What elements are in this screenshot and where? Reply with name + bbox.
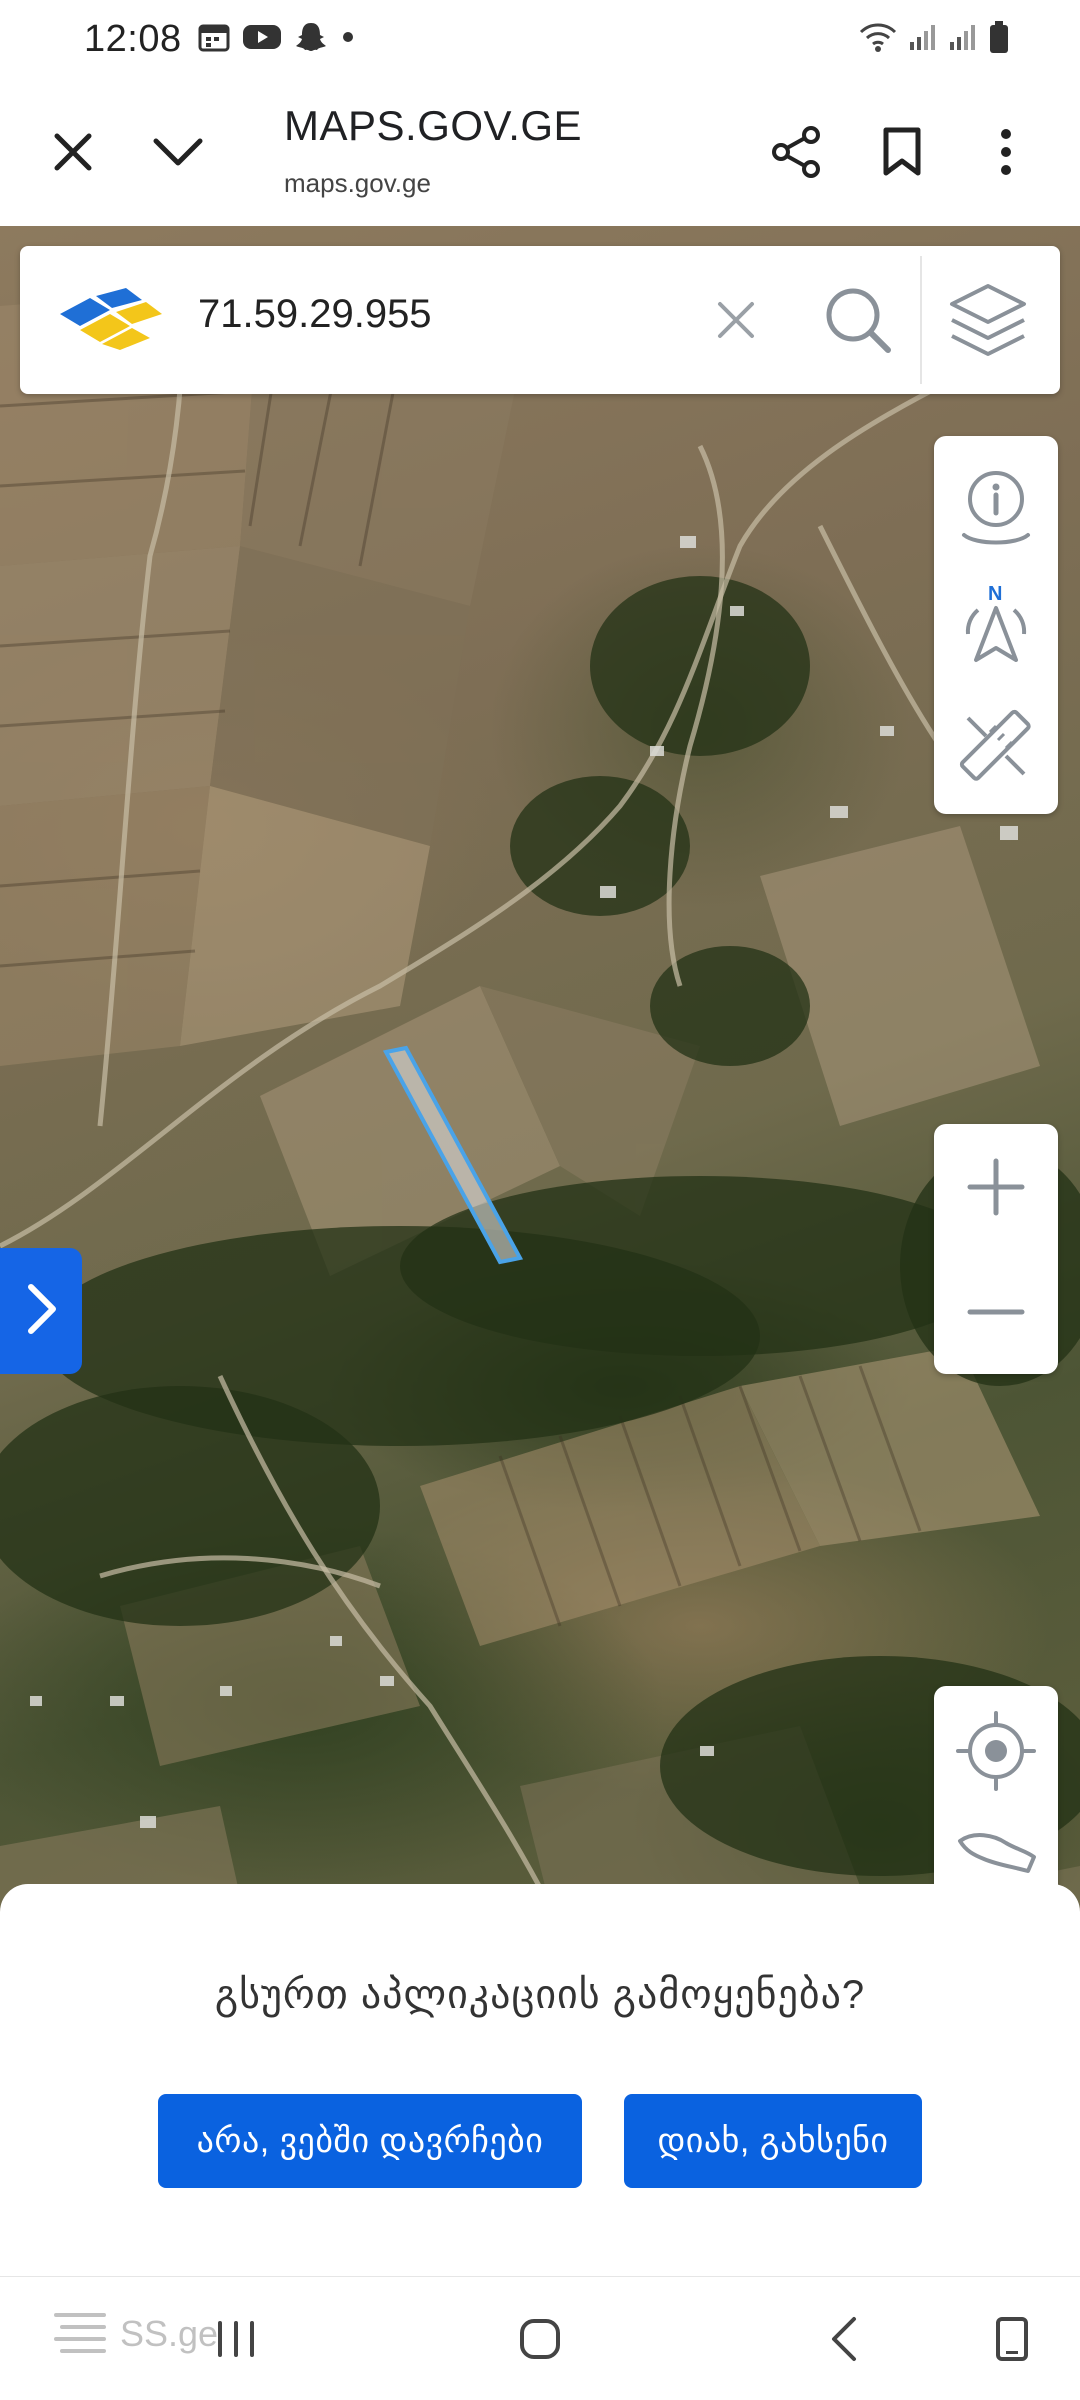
more-vert-icon[interactable]	[966, 112, 1046, 192]
snapchat-icon	[294, 21, 328, 58]
status-time: 12:08	[84, 17, 182, 60]
stay-in-web-button[interactable]: არა, ვებში დავრჩები	[158, 2094, 582, 2188]
info-icon[interactable]	[934, 448, 1058, 564]
watermark-logo-icon	[52, 2303, 108, 2364]
home-icon[interactable]	[500, 2299, 580, 2379]
battery-icon	[988, 20, 1010, 59]
zoom-out-icon[interactable]	[934, 1249, 1058, 1374]
open-app-prompt: გსურთ აპლიკაციის გამოყენება? არა, ვებში …	[0, 1884, 1080, 2276]
recent-apps-icon[interactable]	[196, 2299, 276, 2379]
calendar-icon	[198, 22, 230, 57]
napr-logo-icon[interactable]	[50, 284, 170, 359]
page-url[interactable]: maps.gov.ge	[284, 168, 431, 199]
search-input[interactable]: 71.59.29.955	[198, 292, 432, 337]
back-icon[interactable]	[804, 2299, 884, 2379]
status-notification-icons	[198, 21, 356, 58]
map-tools-panel: N	[934, 436, 1058, 814]
compass-icon[interactable]: N	[934, 568, 1058, 684]
system-nav-bar: SS.ge	[0, 2276, 1080, 2400]
page-title: MAPS.GOV.GE	[284, 102, 583, 149]
signal-icon	[908, 22, 938, 57]
measure-icon[interactable]	[934, 688, 1058, 804]
close-icon[interactable]	[33, 112, 113, 192]
rotate-icon[interactable]	[972, 2299, 1052, 2379]
country-map-icon[interactable]	[934, 1806, 1058, 1896]
chevron-down-icon[interactable]	[138, 112, 218, 192]
watermark: SS.ge	[52, 2303, 218, 2364]
open-app-button[interactable]: დიახ, გახსენი	[624, 2094, 922, 2188]
zoom-panel	[934, 1124, 1058, 1374]
clear-icon[interactable]	[712, 296, 760, 349]
youtube-icon	[242, 22, 282, 57]
zoom-in-icon[interactable]	[934, 1124, 1058, 1249]
svg-text:N: N	[988, 583, 1002, 605]
search-bar: 71.59.29.955	[20, 246, 1060, 394]
bookmark-icon[interactable]	[862, 112, 942, 192]
status-system-icons	[858, 20, 1010, 59]
search-icon[interactable]	[820, 282, 896, 363]
share-icon[interactable]	[756, 112, 836, 192]
locate-icon[interactable]	[934, 1696, 1058, 1806]
layers-icon[interactable]	[946, 280, 1030, 365]
dot-icon	[340, 29, 356, 50]
chevron-right-icon	[23, 1281, 59, 1342]
signal-icon	[948, 22, 978, 57]
prompt-question: გსურთ აპლიკაციის გამოყენება?	[214, 1973, 866, 2017]
browser-toolbar: MAPS.GOV.GE maps.gov.ge	[0, 78, 1080, 226]
search-divider	[920, 256, 922, 384]
side-panel-toggle[interactable]	[0, 1248, 82, 1374]
status-bar: 12:08	[0, 0, 1080, 78]
wifi-icon	[858, 21, 898, 58]
